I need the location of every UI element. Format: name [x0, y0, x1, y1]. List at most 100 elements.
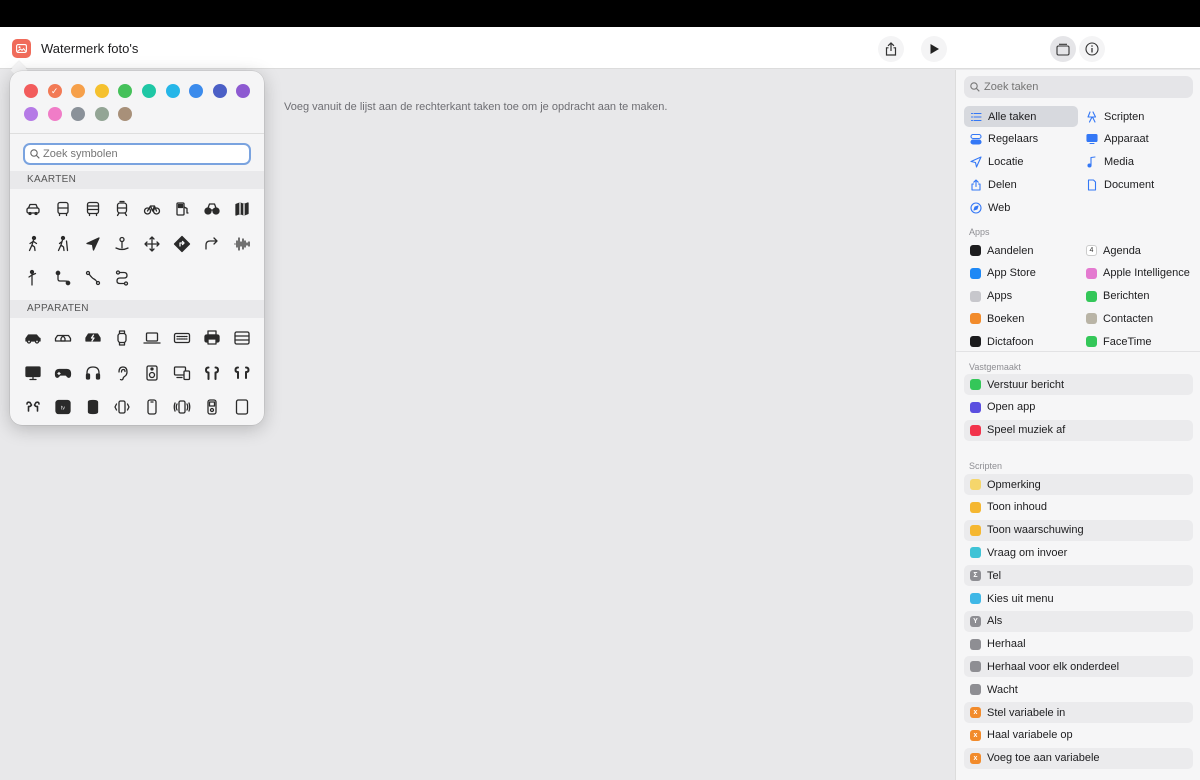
airpods-pro-icon[interactable]: [22, 396, 44, 418]
app-agenda[interactable]: 4 Agenda: [1080, 240, 1194, 261]
color-swatch[interactable]: [24, 107, 38, 121]
app-app-store[interactable]: App Store: [964, 263, 1078, 284]
color-swatch[interactable]: [71, 84, 86, 98]
color-swatch[interactable]: [165, 84, 180, 98]
category-regelaars[interactable]: Regelaars: [964, 129, 1078, 150]
run-button[interactable]: [921, 36, 947, 62]
route-loop-icon[interactable]: [111, 267, 133, 289]
color-swatch[interactable]: [94, 84, 109, 98]
gamecontroller-icon[interactable]: [52, 362, 74, 384]
headphones-icon[interactable]: [82, 362, 104, 384]
ipod-icon[interactable]: [201, 396, 223, 418]
color-swatch[interactable]: [212, 84, 227, 98]
action-speel-muziek-af[interactable]: Speel muziek af: [964, 419, 1193, 441]
fuel-icon[interactable]: [171, 198, 193, 220]
category-delen[interactable]: Delen: [964, 174, 1078, 195]
color-swatch[interactable]: [94, 107, 109, 121]
app-apps[interactable]: Apps: [964, 286, 1078, 307]
category-apparaat[interactable]: Apparaat: [1080, 129, 1194, 150]
watch-icon[interactable]: [111, 327, 133, 349]
action-als[interactable]: Y Als: [964, 610, 1193, 632]
color-swatch[interactable]: [189, 84, 204, 98]
location-arrow-icon[interactable]: [82, 233, 104, 255]
details-button[interactable]: [1079, 36, 1105, 62]
category-scripten[interactable]: Scripten: [1080, 106, 1194, 127]
laptop-icon[interactable]: [141, 327, 163, 349]
action-open-app[interactable]: Open app: [964, 397, 1193, 418]
ear-icon[interactable]: [111, 362, 133, 384]
homepod-icon[interactable]: [82, 396, 104, 418]
action-voeg-toe-aan-variabele[interactable]: x Voeg toe aan variabele: [964, 747, 1193, 769]
bus-double-icon[interactable]: [82, 198, 104, 220]
route-1-icon[interactable]: [52, 267, 74, 289]
turn-right-icon[interactable]: [201, 233, 223, 255]
app-boeken[interactable]: Boeken: [964, 308, 1078, 329]
devices-icon[interactable]: [171, 362, 193, 384]
action-toon-waarschuwing[interactable]: Toon waarschuwing: [964, 519, 1193, 541]
library-toggle-button[interactable]: [1050, 36, 1076, 62]
category-alle-taken[interactable]: Alle taken: [964, 106, 1078, 127]
binoculars-icon[interactable]: [201, 198, 223, 220]
person-standing-icon[interactable]: [22, 267, 44, 289]
app-facetime[interactable]: FaceTime: [1080, 331, 1194, 352]
app-berichten[interactable]: Berichten: [1080, 286, 1194, 307]
category-media[interactable]: Media: [1080, 152, 1194, 173]
speaker-icon[interactable]: [141, 362, 163, 384]
phone-icon[interactable]: [141, 396, 163, 418]
action-herhaal-voor-elk-onderdeel[interactable]: Herhaal voor elk onderdeel: [964, 656, 1193, 678]
car-side-icon[interactable]: [22, 327, 44, 349]
shortcut-title[interactable]: Watermerk foto's: [41, 41, 138, 56]
route-2-icon[interactable]: [82, 267, 104, 289]
action-haal-variabele-op[interactable]: x Haal variabele op: [964, 725, 1193, 746]
airpods-icon[interactable]: [201, 362, 223, 384]
color-swatch[interactable]: [118, 84, 133, 98]
keyboard-icon[interactable]: [171, 327, 193, 349]
color-swatch[interactable]: [24, 84, 38, 98]
category-document[interactable]: Document: [1080, 174, 1194, 195]
app-aandelen[interactable]: Aandelen: [964, 240, 1078, 261]
display-icon[interactable]: [22, 362, 44, 384]
server-icon[interactable]: [231, 327, 253, 349]
pin-stand-icon[interactable]: [111, 233, 133, 255]
category-locatie[interactable]: Locatie: [964, 152, 1078, 173]
bicycle-icon[interactable]: [141, 198, 163, 220]
car-bolt-icon[interactable]: [82, 327, 104, 349]
hiker-icon[interactable]: [52, 233, 74, 255]
action-verstuur-bericht[interactable]: Verstuur bericht: [964, 374, 1193, 395]
color-swatch[interactable]: [71, 107, 86, 121]
action-kies-uit-menu[interactable]: Kies uit menu: [964, 588, 1193, 609]
symbol-search-field[interactable]: [23, 143, 251, 165]
app-contacten[interactable]: Contacten: [1080, 308, 1194, 329]
map-icon[interactable]: [231, 198, 253, 220]
app-dictafoon[interactable]: Dictafoon: [964, 331, 1078, 352]
move-arrows-icon[interactable]: [141, 233, 163, 255]
car-icon[interactable]: [22, 198, 44, 220]
waveform-icon[interactable]: [231, 233, 253, 255]
appletv-icon[interactable]: tv: [52, 396, 74, 418]
action-wacht[interactable]: Wacht: [964, 679, 1193, 700]
phone-waves-icon[interactable]: [171, 396, 193, 418]
bus-icon[interactable]: [52, 198, 74, 220]
action-opmerking[interactable]: Opmerking: [964, 474, 1193, 495]
color-swatch[interactable]: [236, 84, 251, 98]
airpods-alt-icon[interactable]: [231, 362, 253, 384]
shortcut-icon-button[interactable]: [12, 39, 31, 58]
task-search-input[interactable]: [984, 81, 1184, 93]
action-stel-variabele-in[interactable]: x Stel variabele in: [964, 702, 1193, 723]
tram-icon[interactable]: [111, 198, 133, 220]
color-swatch[interactable]: [142, 84, 156, 98]
cars-icon[interactable]: [52, 327, 74, 349]
phone-vibrate-icon[interactable]: [111, 396, 133, 418]
directions-sign-icon[interactable]: [171, 233, 193, 255]
action-herhaal[interactable]: Herhaal: [964, 634, 1193, 655]
action-tel[interactable]: Σ Tel: [964, 565, 1193, 587]
walk-icon[interactable]: [22, 233, 44, 255]
action-toon-inhoud[interactable]: Toon inhoud: [964, 497, 1193, 518]
color-swatch[interactable]: [118, 107, 133, 121]
task-search-field[interactable]: [964, 76, 1193, 98]
printer-icon[interactable]: [201, 327, 223, 349]
color-swatch[interactable]: ✓: [47, 84, 62, 98]
category-web[interactable]: Web: [964, 197, 1078, 218]
action-vraag-om-invoer[interactable]: Vraag om invoer: [964, 542, 1193, 563]
symbol-search-input[interactable]: [43, 148, 233, 160]
